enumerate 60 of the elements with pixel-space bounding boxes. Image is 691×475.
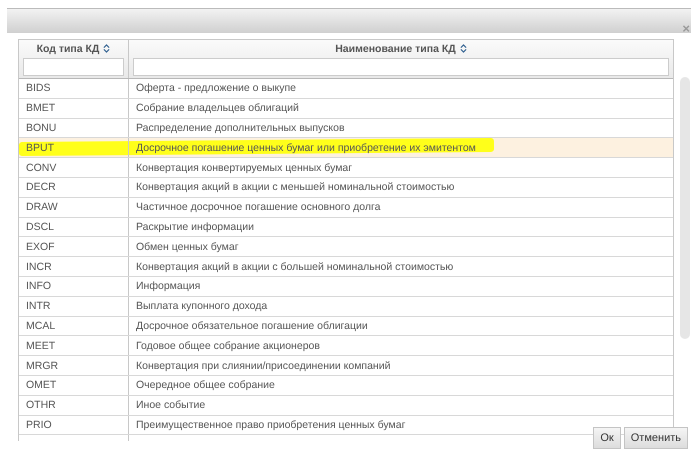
table-cell-text: Информация [135, 279, 202, 294]
table-row[interactable]: MRGR Конвертация при слиянии/присоединении компаний [19, 356, 673, 376]
table-cell: INFO [19, 276, 129, 296]
table-row[interactable]: INCR Конвертация акций в акции с большей номинальной стоимостью [19, 257, 673, 277]
cancel-button[interactable]: Отменить [624, 427, 688, 449]
table-cell: INCR [19, 257, 129, 276]
table-row[interactable]: OTHR Иное событие [19, 396, 673, 416]
table-row[interactable]: BMET Собрание владельцев облигаций [19, 98, 673, 119]
table-cell-text: Конвертация акций в акции с большей номинальной стоимостью [135, 260, 454, 275]
table-row[interactable]: OMET Очередное общее собрание [19, 376, 673, 396]
table-cell-text: Собрание владельцев облигаций [135, 101, 300, 116]
table-row[interactable]: MCAL Досрочное обязательное погашение облигации [19, 316, 673, 336]
table-cell: DECR [19, 178, 129, 197]
table-cell-text: Досрочное обязательное погашение облигации [135, 318, 369, 334]
table-cell-text: Частичное досрочное погашение основного долга [135, 200, 382, 216]
table-cell-text: Конвертация конвертируемых ценных бумаг [135, 160, 354, 176]
table-row[interactable]: INFO Информация [19, 276, 673, 297]
sort-icon[interactable] [103, 44, 110, 53]
table-cell-text: Раскрытие информации [135, 220, 255, 235]
selected-row[interactable]: BPUT Досрочное погашение ценных бумаг или приобретение их эмитентом [19, 138, 673, 158]
table-row[interactable]: EXOF Обмен ценных бумаг [19, 237, 673, 258]
ok-button[interactable]: Ок [593, 427, 621, 449]
filter-field[interactable] [23, 58, 124, 76]
table-cell: EXOF [19, 237, 129, 256]
table-row[interactable]: INTR Выплата купонного дохода [19, 296, 673, 317]
table-cell: INTR [19, 296, 129, 316]
table-row[interactable]: BIDS Оферта - предложение о выкупе [19, 79, 673, 99]
table-cell: OTHR [19, 396, 129, 415]
table-cell-text: Выплата купонного дохода [135, 299, 268, 314]
table-row[interactable]: MEET Годовое общее собрание акционеров [19, 336, 673, 356]
table-cell-text: Иное событие [135, 398, 206, 414]
table-row[interactable]: DRAW Частичное досрочное погашение основного долга [19, 198, 673, 218]
table-cell-text: Обмен ценных бумаг [135, 240, 240, 255]
table-cell-text: Распределение дополнительных выпусков [135, 120, 346, 136]
table-cell-text: Досрочное погашение ценных бумаг или приобретение их эмитентом [135, 140, 477, 156]
table-row[interactable]: DSCL Раскрытие информации [19, 218, 673, 238]
filter-field[interactable] [133, 58, 669, 76]
table-cell-text: Конвертация акций в акции с меньшей номинальной стоимостью [135, 180, 456, 196]
table-cell-text: Преимущественное право приобретения ценных бумаг [135, 418, 406, 433]
table-cell: DSCL [19, 218, 129, 236]
table-cell-text: Конвертация при слиянии/присоединении компаний [135, 358, 392, 374]
column-title[interactable]: Код типа КД [36, 42, 100, 54]
table-cell: DRAW [19, 198, 129, 217]
table-cell-text: Очередное общее собрание [135, 378, 276, 394]
column-title[interactable]: Наименование типа КД [335, 42, 456, 54]
table-cell-text: Оферта - предложение о выкупе [135, 81, 297, 96]
table-cell: MEET [19, 336, 129, 356]
table-cell: BONU [19, 118, 129, 138]
table-cell: MRGR [19, 356, 129, 375]
table-cell: BMET [19, 98, 129, 118]
table-cell: CONV [19, 158, 129, 177]
table-row[interactable]: DECR Конвертация акций в акции с меньшей номинальной стоимостью [19, 178, 673, 198]
table-cell: PRIO [19, 416, 129, 434]
table-row[interactable]: CONV Конвертация конвертируемых ценных бумаг [19, 158, 673, 178]
table-cell: BIDS [19, 79, 129, 98]
scrollbar-thumb[interactable] [680, 77, 690, 339]
sort-icon[interactable] [460, 44, 467, 53]
table-cell: MCAL [19, 316, 129, 336]
table-cell-text: Годовое общее собрание акционеров [135, 338, 321, 354]
table-cell: OMET [19, 376, 129, 395]
